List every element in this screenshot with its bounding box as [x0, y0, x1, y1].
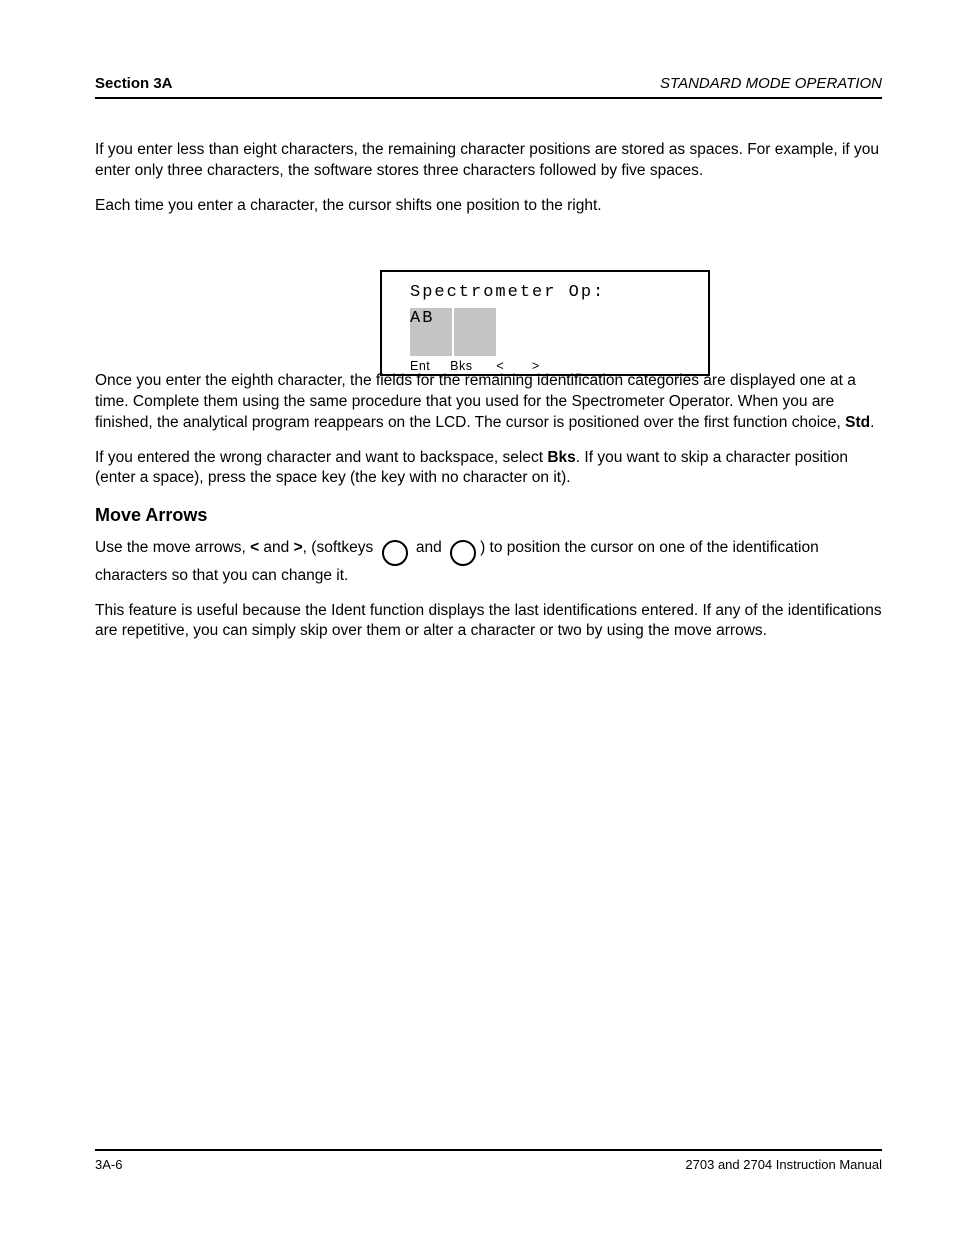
page-footer: 3A-6 2703 and 2704 Instruction Manual [95, 1149, 882, 1157]
header-section: Section 3A [95, 75, 173, 92]
footer-page-number: 3A-6 [95, 1157, 122, 1172]
text-strong: Std [845, 414, 870, 431]
softkey-circle-icon [450, 540, 476, 566]
text: . [870, 414, 874, 431]
text: If you entered the wrong character and w… [95, 449, 547, 466]
page-content: If you enter less than eight characters,… [95, 140, 882, 656]
text: Once you enter the eighth character, the… [95, 372, 856, 431]
lcd-softkey-labels: Ent Bks < > [410, 358, 540, 375]
text: and [412, 539, 446, 556]
paragraph: Use the move arrows, < and >, (softkeys … [95, 538, 882, 587]
lcd-line: AB [410, 308, 434, 331]
paragraph: Once you enter the eighth character, the… [95, 371, 882, 434]
softkey-circle-icon [382, 540, 408, 566]
paragraph: If you enter less than eight characters,… [95, 140, 882, 182]
paragraph: This feature is useful because the Ident… [95, 601, 882, 643]
header-title: STANDARD MODE OPERATION [660, 75, 882, 92]
footer-manual-title: 2703 and 2704 Instruction Manual [685, 1157, 882, 1172]
paragraph: Each time you enter a character, the cur… [95, 196, 882, 217]
paragraph: If you entered the wrong character and w… [95, 448, 882, 490]
text: and [259, 539, 293, 556]
text-strong: > [294, 539, 303, 556]
page-header: Section 3A STANDARD MODE OPERATION [95, 75, 882, 99]
section-heading: Move Arrows [95, 503, 882, 527]
lcd-line: Spectrometer Op: [410, 282, 605, 305]
text: Use the move arrows, [95, 539, 250, 556]
text: , (softkeys [303, 539, 378, 556]
text-strong: < [250, 539, 259, 556]
text-strong: Bks [547, 449, 575, 466]
lcd-display: Spectrometer Op: AB Ent Bks < > [380, 270, 710, 376]
lcd-cursor-block [454, 308, 496, 356]
